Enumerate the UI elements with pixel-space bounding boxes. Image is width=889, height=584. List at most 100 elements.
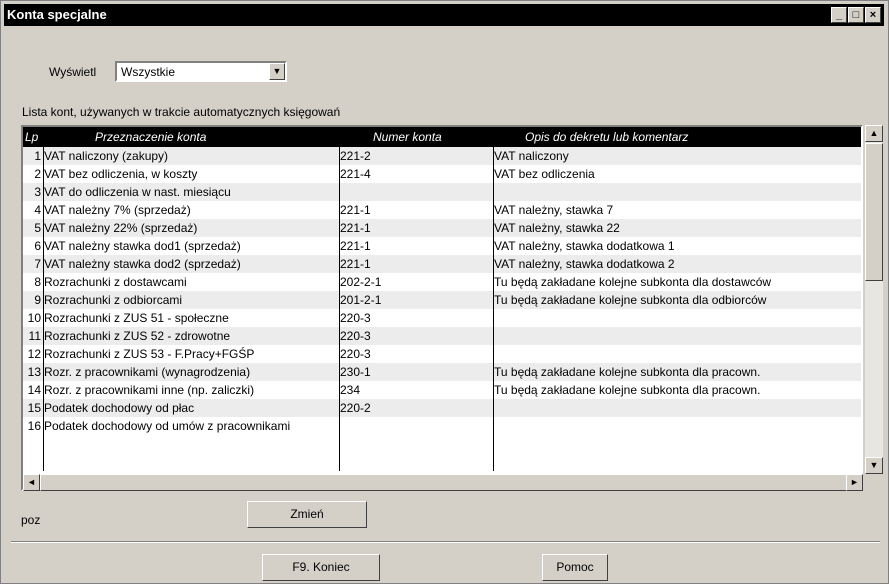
cell-lp: 10 [27,311,41,325]
window-title: Konta specjalne [7,7,107,22]
cell-desc: Tu będą zakładane kolejne subkonta dla p… [494,383,761,397]
scroll-down-icon[interactable]: ▼ [865,457,883,474]
scroll-up-icon[interactable]: ▲ [865,125,883,142]
cell-account: 221-2 [340,149,371,163]
cell-purpose: Rozrachunki z ZUS 53 - F.Pracy+FGŚP [44,347,255,361]
chevron-down-icon[interactable]: ▼ [269,63,285,80]
table-row[interactable]: 15 Podatek dochodowy od płac 220-2 [23,399,861,417]
table-row[interactable]: 11 Rozrachunki z ZUS 52 - zdrowotne 220-3 [23,327,861,345]
cell-lp: 7 [34,257,41,271]
cell-account: 220-2 [340,401,371,415]
cell-lp: 15 [27,401,41,415]
header-purpose[interactable]: Przeznaczenie konta [95,130,206,144]
maximize-button[interactable]: □ [848,7,864,23]
change-button[interactable]: Zmień [247,501,367,528]
cell-purpose: VAT należny 7% (sprzedaż) [44,203,191,217]
cell-purpose: Podatek dochodowy od umów z pracownikami [44,419,291,433]
cell-lp: 1 [34,149,41,163]
cell-purpose: VAT należny stawka dod1 (sprzedaż) [44,239,241,253]
table-row[interactable]: 1 VAT naliczony (zakupy) 221-2 VAT naliczon… [23,147,861,165]
cell-account: 234 [340,383,361,397]
cell-lp: 8 [34,275,41,289]
end-button[interactable]: F9. Koniec [262,554,380,581]
cell-account: 220-3 [340,311,371,325]
table-row[interactable]: 5 VAT należny 22% (sprzedaż) 221-1 VAT nale… [23,219,861,237]
cell-purpose: Rozrachunki z ZUS 52 - zdrowotne [44,329,231,343]
cell-purpose: VAT naliczony (zakupy) [44,149,169,163]
column-divider [493,127,494,471]
horizontal-scrollbar[interactable]: ◄ ► [23,474,863,491]
table-row[interactable]: 8 Rozrachunki z dostawcami 202-2-1 Tu będą … [23,273,861,291]
cell-lp: 12 [27,347,41,361]
header-desc[interactable]: Opis do dekretu lub komentarz [525,130,688,144]
cell-purpose: VAT należny stawka dod2 (sprzedaż) [44,257,241,271]
cell-purpose: Rozr. z pracownikami (wynagrodzenia) [44,365,251,379]
horizontal-scroll-thumb[interactable] [40,474,858,491]
cell-purpose: Podatek dochodowy od płac [44,401,195,415]
cell-account: 230-1 [340,365,371,379]
list-caption: Lista kont, używanych w trakcie automaty… [22,105,341,119]
table-row[interactable]: 13 Rozr. z pracownikami (wynagrodzenia) 23… [23,363,861,381]
title-bar[interactable]: Konta specjalne _ □ × [4,4,884,26]
table-row[interactable]: 10 Rozrachunki z ZUS 51 - społeczne 220-3 [23,309,861,327]
cell-account: 221-1 [340,221,371,235]
cell-desc: Tu będą zakładane kolejne subkonta dla d… [494,275,772,289]
cell-account: 201-2-1 [340,293,382,307]
cell-lp: 2 [34,167,41,181]
table-header: Lp Przeznaczenie konta Numer konta Opis … [23,127,861,147]
filter-select[interactable]: Wszystkie ▼ [115,61,287,82]
cell-desc: Tu będą zakładane kolejne subkonta dla o… [494,293,767,307]
cell-desc: VAT bez odliczenia [494,167,595,181]
table-row[interactable]: 6 VAT należny stawka dod1 (sprzedaż) 221-1… [23,237,861,255]
minimize-button[interactable]: _ [831,7,847,23]
cell-purpose: VAT bez odliczenia, w koszty [44,167,198,181]
cell-account: 221-1 [340,239,371,253]
cell-account: 221-1 [340,257,371,271]
cell-lp: 9 [34,293,41,307]
header-lp[interactable]: Lp [25,130,38,144]
cell-purpose: VAT do odliczenia w nast. miesiącu [44,185,231,199]
cell-account: 202-2-1 [340,275,382,289]
cell-lp: 16 [27,419,41,433]
table-row[interactable]: 7 VAT należny stawka dod2 (sprzedaż) 221-1… [23,255,861,273]
scroll-right-icon[interactable]: ► [846,474,863,491]
scroll-thumb[interactable] [865,143,883,281]
table-row[interactable]: 14 Rozr. z pracownikami inne (np. zaliczk… [23,381,861,399]
cell-account: 220-3 [340,329,371,343]
cell-account: 220-3 [340,347,371,361]
separator [11,541,880,543]
cell-purpose: Rozrachunki z ZUS 51 - społeczne [44,311,229,325]
help-button[interactable]: Pomoc [542,554,608,581]
cell-lp: 3 [34,185,41,199]
table-row[interactable]: 9 Rozrachunki z odbiorcami 201-2-1 Tu będą … [23,291,861,309]
cell-lp: 14 [27,383,41,397]
cell-lp: 13 [27,365,41,379]
table-row[interactable]: 16 Podatek dochodowy od umów z pracownika… [23,417,861,435]
table-row[interactable]: 3 VAT do odliczenia w nast. miesiącu [23,183,861,201]
cell-desc: VAT należny, stawka 7 [494,203,614,217]
table-row[interactable]: 2 VAT bez odliczenia, w koszty 221-4 VAT be… [23,165,861,183]
scroll-left-icon[interactable]: ◄ [23,474,40,491]
status-text: poz [21,513,41,527]
cell-lp: 5 [34,221,41,235]
vertical-scrollbar[interactable]: ▲ ▼ [865,125,883,474]
filter-label: Wyświetl [49,65,97,79]
cell-desc: VAT należny, stawka dodatkowa 2 [494,257,675,271]
table-row[interactable]: 12 Rozrachunki z ZUS 53 - F.Pracy+FGŚP 220… [23,345,861,363]
cell-account: 221-1 [340,203,371,217]
cell-desc: VAT naliczony [494,149,569,163]
cell-purpose: Rozr. z pracownikami inne (np. zaliczki) [44,383,255,397]
header-account[interactable]: Numer konta [373,130,442,144]
cell-account: 221-4 [340,167,371,181]
cell-lp: 4 [34,203,41,217]
filter-value: Wszystkie [121,65,175,79]
cell-purpose: VAT należny 22% (sprzedaż) [44,221,198,235]
cell-lp: 11 [28,329,41,343]
accounts-table[interactable]: Lp Przeznaczenie konta Numer konta Opis … [21,125,863,491]
column-divider [43,127,44,471]
cell-purpose: Rozrachunki z dostawcami [44,275,187,289]
table-row[interactable]: 4 VAT należny 7% (sprzedaż) 221-1 VAT należ… [23,201,861,219]
cell-lp: 6 [34,239,41,253]
konta-specjalne-window: Konta specjalne _ □ × Wyświetl Wszystkie… [0,0,889,584]
close-button[interactable]: × [865,7,881,23]
